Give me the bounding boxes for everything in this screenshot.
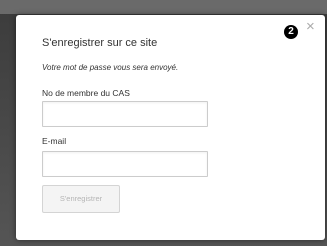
dialog-title: S'enregistrer sur ce site xyxy=(42,37,158,49)
email-label: E-mail xyxy=(42,136,67,146)
close-icon[interactable]: × xyxy=(306,19,315,35)
email-input[interactable] xyxy=(42,151,208,177)
password-note: Votre mot de passe vous sera envoyé. xyxy=(42,63,179,72)
background-page xyxy=(0,0,327,14)
register-dialog: S'enregistrer sur ce site Votre mot de p… xyxy=(16,15,325,240)
member-number-input[interactable] xyxy=(42,101,208,127)
register-button[interactable]: S'enregistrer xyxy=(42,185,120,213)
member-number-label: No de membre du CAS xyxy=(42,88,130,98)
step-number-badge: 2 xyxy=(284,25,298,39)
